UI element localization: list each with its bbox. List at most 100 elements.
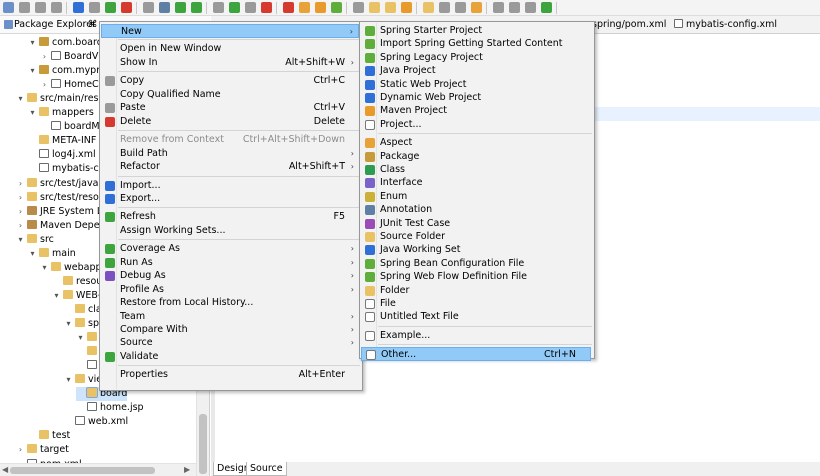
tree-item[interactable]: › src/test/java [16, 177, 98, 191]
expand-toggle-icon[interactable]: ▾ [52, 289, 61, 303]
expand-toggle-icon[interactable]: › [40, 50, 49, 64]
menu-item-maven-project[interactable]: Maven Project [361, 104, 591, 118]
menu-item-other[interactable]: Other... Ctrl+N [361, 347, 591, 362]
menu-item-copy[interactable]: Copy Ctrl+C [101, 74, 359, 88]
menu-item-junit-test-case[interactable]: JUnit Test Case [361, 217, 591, 231]
menu-item-static-web-project[interactable]: Static Web Project [361, 78, 591, 92]
menu-item-project[interactable]: Project... [361, 118, 591, 132]
toolbar-button[interactable] [73, 2, 84, 13]
expand-toggle-icon[interactable]: ▾ [28, 106, 37, 120]
menu-item-import[interactable]: Import... [101, 179, 359, 193]
toolbar-button[interactable] [315, 2, 326, 13]
toolbar-button[interactable] [299, 2, 310, 13]
toolbar-button[interactable] [455, 2, 466, 13]
tree-item[interactable] [76, 359, 100, 373]
tree-item[interactable]: cla [64, 303, 102, 317]
menu-item-untitled-text-file[interactable]: Untitled Text File [361, 310, 591, 324]
tree-item[interactable]: › HomeCo [40, 78, 105, 92]
menu-item-folder[interactable]: Folder [361, 284, 591, 298]
tree-item[interactable]: home.jsp [76, 401, 144, 415]
menu-item-paste[interactable]: Paste Ctrl+V [101, 101, 359, 115]
tree-item[interactable]: ▾ vie [64, 373, 102, 387]
tree-item[interactable]: › target [16, 443, 69, 457]
toolbar-button[interactable] [191, 2, 202, 13]
toolbar-button[interactable] [229, 2, 240, 13]
tree-item[interactable]: ▾ main [28, 247, 76, 261]
tree-item[interactable]: ▾ mappers [28, 106, 94, 120]
tree-item[interactable]: ▾ WEB- [52, 289, 101, 303]
menu-item-refactor[interactable]: Refactor Alt+Shift+T › [101, 160, 359, 174]
expand-toggle-icon[interactable]: › [40, 78, 49, 92]
scroll-thumb[interactable] [10, 467, 155, 474]
toolbar-button[interactable] [283, 2, 294, 13]
menu-item-restore-from-local-history[interactable]: Restore from Local History... [101, 296, 359, 310]
menu-item-aspect[interactable]: Aspect [361, 136, 591, 150]
tab-source[interactable]: Source [246, 462, 287, 476]
tree-item[interactable]: ▾ webapp [40, 261, 102, 275]
tree-item[interactable]: ▾ src/main/resou [16, 92, 110, 106]
toolbar-button[interactable] [353, 2, 364, 13]
toolbar-button[interactable] [331, 2, 342, 13]
menu-item-team[interactable]: Team › [101, 310, 359, 324]
toolbar-button[interactable] [143, 2, 154, 13]
expand-toggle-icon[interactable]: ▾ [16, 92, 25, 106]
scroll-thumb[interactable] [199, 414, 207, 474]
toolbar-button[interactable] [261, 2, 272, 13]
toolbar-button[interactable] [369, 2, 380, 13]
toolbar-button[interactable] [401, 2, 412, 13]
menu-item-source-folder[interactable]: Source Folder [361, 230, 591, 244]
menu-item-spring-starter-project[interactable]: Spring Starter Project [361, 24, 591, 38]
toolbar-button[interactable] [89, 2, 100, 13]
tree-item[interactable]: test [28, 429, 70, 443]
menu-item-delete[interactable]: Delete Delete [101, 115, 359, 129]
toolbar-button[interactable] [121, 2, 132, 13]
tree-item[interactable]: boardMa [40, 120, 105, 134]
tree-item[interactable]: web.xml [64, 415, 128, 429]
expand-toggle-icon[interactable]: ▾ [64, 373, 73, 387]
menu-item-java-working-set[interactable]: Java Working Set [361, 243, 591, 257]
toolbar-button[interactable] [159, 2, 170, 13]
explorer-title[interactable]: Package Explorer [14, 19, 96, 30]
toolbar-button[interactable] [525, 2, 536, 13]
toolbar-button[interactable] [439, 2, 450, 13]
menu-item-properties[interactable]: Properties Alt+Enter [101, 368, 359, 382]
toolbar-button[interactable] [3, 2, 14, 13]
menu-item-package[interactable]: Package [361, 150, 591, 164]
menu-item-new[interactable]: New › [101, 24, 359, 38]
tree-item[interactable]: resou [52, 275, 102, 289]
menu-item-spring-web-flow-definition-file[interactable]: Spring Web Flow Definition File [361, 270, 591, 284]
tree-item[interactable]: log4j.xml [28, 148, 96, 162]
tree-item[interactable]: › Maven Depen [16, 219, 106, 233]
menu-item-java-project[interactable]: Java Project [361, 64, 591, 78]
menu-item-spring-legacy-project[interactable]: Spring Legacy Project [361, 51, 591, 65]
toolbar-button[interactable] [541, 2, 552, 13]
expand-toggle-icon[interactable]: ▾ [28, 36, 37, 50]
explorer-horizontal-scrollbar[interactable]: ◀ ▶ [0, 463, 196, 476]
expand-toggle-icon[interactable]: › [16, 205, 25, 219]
toolbar-button[interactable] [509, 2, 520, 13]
toolbar-button[interactable] [423, 2, 434, 13]
tab-pom-xml[interactable]: spring/pom.xml [592, 19, 666, 30]
expand-toggle-icon[interactable]: ▾ [16, 233, 25, 247]
expand-toggle-icon[interactable]: ▾ [28, 64, 37, 78]
toolbar-button[interactable] [245, 2, 256, 13]
toolbar-button[interactable] [19, 2, 30, 13]
menu-item-validate[interactable]: Validate [101, 350, 359, 364]
toolbar-button[interactable] [51, 2, 62, 13]
toolbar-button[interactable] [385, 2, 396, 13]
scroll-left-icon[interactable]: ◀ [2, 465, 8, 474]
expand-toggle-icon[interactable]: ▾ [64, 317, 73, 331]
expand-toggle-icon[interactable]: › [16, 177, 25, 191]
menu-item-compare-with[interactable]: Compare With › [101, 323, 359, 337]
menu-item-example[interactable]: Example... [361, 329, 591, 343]
menu-item-export[interactable]: Export... [101, 192, 359, 206]
tab-mybatis-config[interactable]: mybatis-config.xml [672, 19, 777, 30]
expand-toggle-icon[interactable]: › [16, 191, 25, 205]
menu-item-source[interactable]: Source › [101, 336, 359, 350]
menu-item-import-spring-getting-started-content[interactable]: Import Spring Getting Started Content [361, 37, 591, 51]
toolbar-button[interactable] [213, 2, 224, 13]
expand-toggle-icon[interactable]: › [16, 219, 25, 233]
menu-item-annotation[interactable]: Annotation [361, 203, 591, 217]
expand-toggle-icon[interactable]: › [16, 443, 25, 457]
menu-item-copy-qualified-name[interactable]: Copy Qualified Name [101, 88, 359, 102]
